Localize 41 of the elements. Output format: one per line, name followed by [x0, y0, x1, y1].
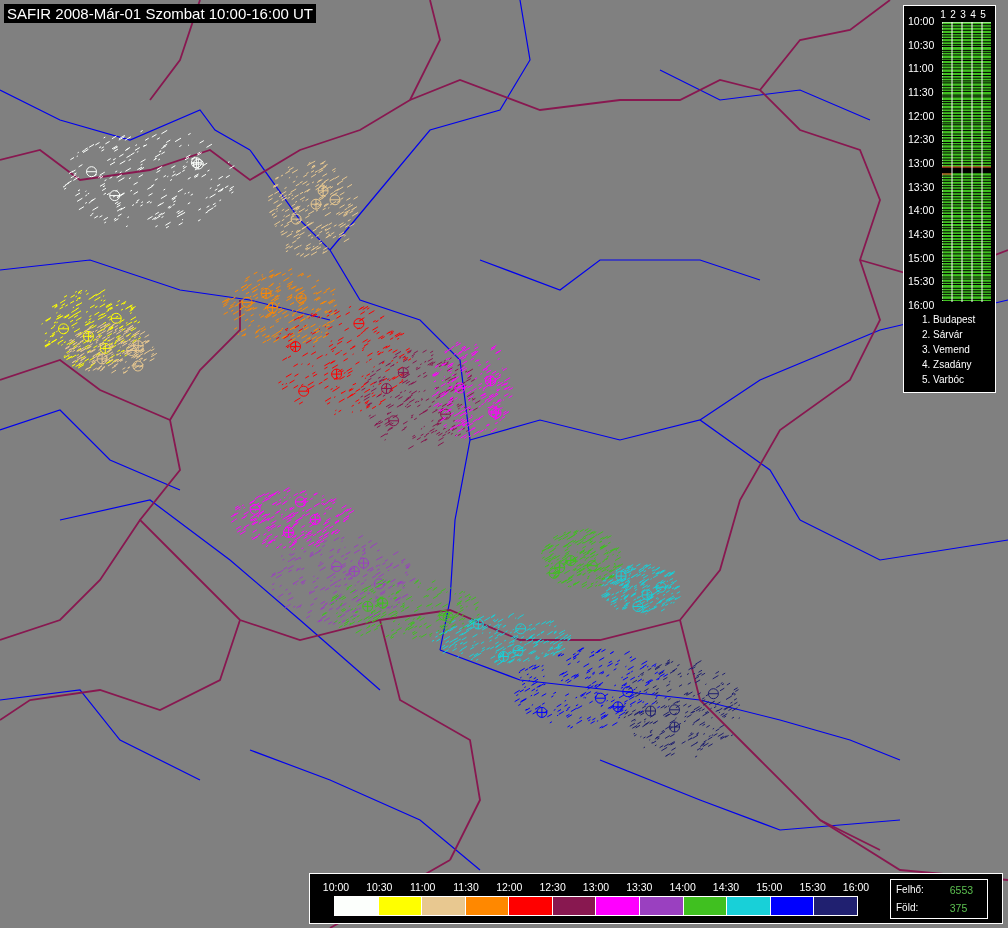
map-title: SAFIR 2008-Már-01 Szombat 10:00-16:00 UT [4, 4, 316, 23]
legend-time-label: 10:00 [321, 881, 351, 893]
time-label: 10:30 [908, 38, 936, 51]
legend-time-label: 11:00 [408, 881, 437, 893]
time-label: 14:30 [908, 227, 936, 240]
legend-time-label: 16:00 [841, 881, 871, 893]
station-column-label: 2 [949, 9, 957, 21]
legend-time-label: 10:30 [365, 881, 394, 893]
station-column-label: 5 [979, 9, 987, 21]
station-name: 2. Sárvár [922, 328, 964, 341]
count-label: Föld: [896, 901, 920, 914]
legend-time-label: 13:00 [581, 881, 611, 893]
time-label: 10:00 [908, 15, 936, 27]
station-column-label: 4 [969, 9, 977, 21]
legend-time-label: 13:30 [625, 881, 654, 893]
time-label: 12:00 [908, 109, 936, 122]
legend-time-label: 15:30 [798, 881, 827, 893]
time-label: 13:00 [908, 156, 936, 169]
legend-time-label: 14:00 [668, 881, 697, 893]
time-label: 15:30 [908, 275, 936, 288]
station-name: 3. Vemend [922, 343, 971, 356]
station-name: 4. Zsadány [922, 358, 973, 371]
legend-time-label: 12:30 [538, 881, 567, 893]
count-label: Felhő: [896, 883, 925, 896]
station-column-label: 1 [939, 9, 947, 21]
count-value: 375 [949, 901, 969, 914]
time-label: 11:30 [908, 85, 935, 98]
station-name: 1. Budapest [922, 313, 977, 326]
count-value: 6553 [949, 883, 975, 896]
time-label: 12:30 [908, 133, 936, 146]
time-label: 13:30 [908, 180, 936, 193]
time-label: 11:00 [908, 62, 935, 75]
station-column-label: 3 [959, 9, 967, 21]
station-name: 5. Varbóc [922, 373, 966, 386]
time-label: 14:00 [908, 204, 936, 217]
legend-time-label: 15:00 [755, 881, 784, 893]
time-label: 16:00 [908, 298, 936, 311]
legend-time-label: 14:30 [711, 881, 741, 893]
time-label: 15:00 [908, 251, 936, 264]
legend-time-label: 12:00 [495, 881, 524, 893]
legend-time-label: 11:30 [452, 881, 480, 893]
